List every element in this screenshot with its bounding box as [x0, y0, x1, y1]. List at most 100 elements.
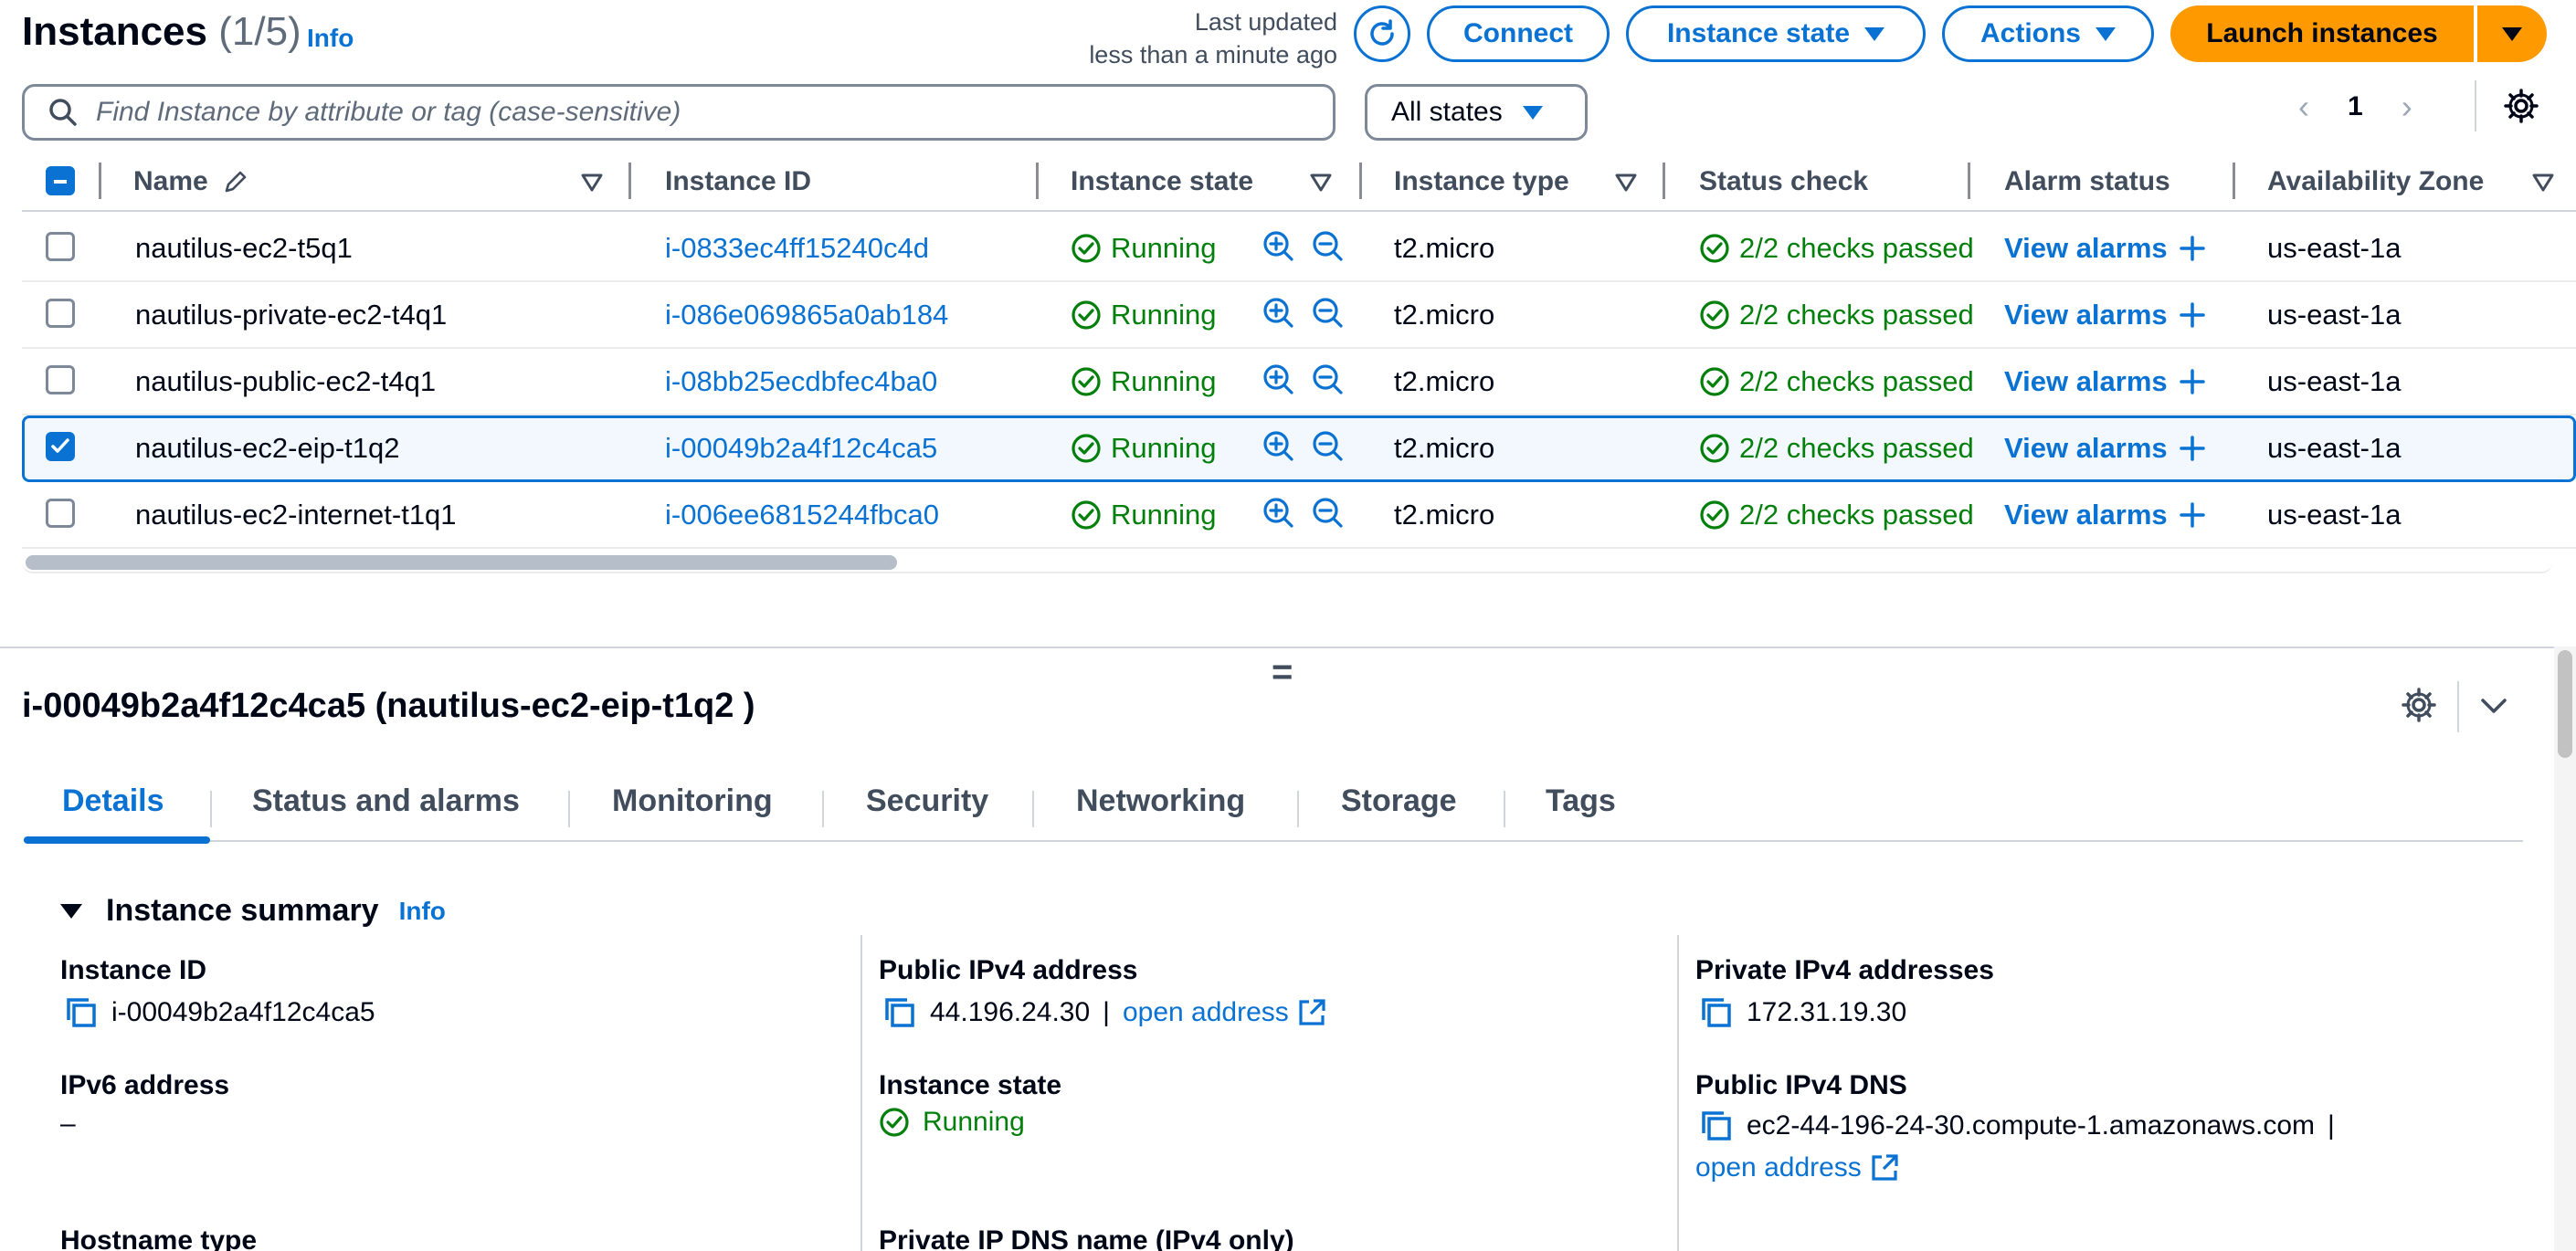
tab-security[interactable]: Security: [866, 783, 988, 819]
cell-instance-id-link[interactable]: i-0833ec4ff15240c4d: [665, 232, 929, 265]
row-checkbox[interactable]: [46, 499, 75, 528]
column-divider: [99, 163, 101, 199]
column-header-availability-zone[interactable]: Availability Zone: [2267, 166, 2484, 197]
cell-status-check: 2/2 checks passed: [1699, 299, 1973, 331]
resize-handle-icon[interactable]: =: [1272, 652, 1293, 693]
column-header-instance-state[interactable]: Instance state: [1071, 166, 1253, 197]
table-row[interactable]: nautilus-ec2-eip-t1q2 i-00049b2a4f12c4ca5…: [22, 415, 2576, 482]
launch-instances-button[interactable]: Launch instances: [2170, 5, 2474, 62]
copy-icon[interactable]: [1699, 995, 1734, 1030]
view-alarms-link[interactable]: View alarms: [2004, 499, 2206, 531]
horizontal-scroll-thumb[interactable]: [26, 555, 897, 570]
last-updated: Last updated less than a minute ago: [1089, 5, 1337, 71]
cell-instance-id-link[interactable]: i-006ee6815244fbca0: [665, 499, 939, 531]
tab-storage[interactable]: Storage: [1341, 783, 1457, 819]
row-checkbox[interactable]: [46, 299, 75, 328]
gear-icon[interactable]: [2401, 687, 2437, 723]
row-checkbox[interactable]: [46, 232, 75, 261]
gear-icon[interactable]: [2503, 88, 2539, 124]
view-alarms-link[interactable]: View alarms: [2004, 432, 2206, 465]
view-alarms-link[interactable]: View alarms: [2004, 299, 2206, 331]
copy-icon[interactable]: [1699, 1109, 1734, 1143]
sort-caret-icon[interactable]: [581, 173, 603, 192]
vertical-scroll-thumb[interactable]: [2558, 650, 2572, 758]
copy-icon[interactable]: [64, 995, 99, 1030]
sort-caret-icon[interactable]: [1615, 173, 1637, 192]
zoom-in-icon[interactable]: [1261, 295, 1297, 331]
instance-id-label: Instance ID: [60, 955, 207, 985]
active-tab-indicator: [24, 836, 210, 844]
tab-networking[interactable]: Networking: [1076, 783, 1245, 819]
sort-caret-icon[interactable]: [1310, 173, 1332, 192]
column-header-name[interactable]: Name: [133, 166, 250, 197]
copy-icon[interactable]: [882, 995, 917, 1030]
info-link[interactable]: Info: [399, 897, 446, 926]
zoom-out-icon[interactable]: [1310, 428, 1346, 465]
actions-button[interactable]: Actions: [1942, 5, 2154, 62]
column-header-label: Availability Zone: [2267, 166, 2485, 196]
public-ipv4-text: 44.196.24.30: [930, 997, 1091, 1027]
zoom-out-icon[interactable]: [1310, 228, 1346, 265]
column-divider: [628, 163, 631, 199]
tab-monitoring[interactable]: Monitoring: [612, 783, 773, 819]
tab-tags[interactable]: Tags: [1546, 783, 1616, 819]
view-alarms-link[interactable]: View alarms: [2004, 232, 2206, 265]
cell-instance-id-link[interactable]: i-08bb25ecdbfec4ba0: [665, 365, 937, 398]
table-row[interactable]: nautilus-public-ec2-t4q1 i-08bb25ecdbfec4…: [22, 349, 2576, 415]
open-address-link[interactable]: open address: [1695, 1152, 1900, 1183]
column-divider: [1968, 163, 1970, 199]
zoom-out-icon[interactable]: [1310, 495, 1346, 531]
search-input[interactable]: [96, 97, 1283, 128]
search-field[interactable]: [22, 84, 1336, 141]
tab-status-and-alarms[interactable]: Status and alarms: [252, 783, 520, 819]
plus-icon: [2179, 502, 2205, 528]
cell-status-check: 2/2 checks passed: [1699, 499, 1973, 531]
status-text: 2/2 checks passed: [1739, 432, 1973, 464]
open-address-link[interactable]: open address: [1123, 997, 1327, 1028]
tab-details[interactable]: Details: [62, 783, 164, 819]
connect-button[interactable]: Connect: [1427, 5, 1610, 62]
table-row[interactable]: nautilus-private-ec2-t4q1 i-086e069865a0a…: [22, 282, 2576, 349]
external-link-icon: [1299, 999, 1325, 1025]
zoom-in-icon[interactable]: [1261, 495, 1297, 531]
page-number[interactable]: 1: [2348, 91, 2363, 122]
instance-state-label: Instance state: [1666, 18, 1851, 48]
column-header-instance-type[interactable]: Instance type: [1394, 166, 1569, 197]
chevron-left-icon[interactable]: ‹: [2298, 88, 2309, 126]
cell-instance-id-link[interactable]: i-00049b2a4f12c4ca5: [665, 432, 937, 465]
launch-dropdown-button[interactable]: [2477, 5, 2547, 62]
table-row[interactable]: nautilus-ec2-internet-t1q1 i-006ee6815244…: [22, 482, 2576, 549]
column-header-status-check[interactable]: Status check: [1699, 166, 1868, 197]
instance-summary-header[interactable]: Instance summary Info: [60, 893, 446, 929]
zoom-in-icon[interactable]: [1261, 228, 1297, 265]
chevron-right-icon[interactable]: ›: [2402, 88, 2412, 126]
row-checkbox[interactable]: [46, 432, 75, 461]
cell-instance-id-link[interactable]: i-086e069865a0ab184: [665, 299, 948, 331]
row-checkbox[interactable]: [46, 365, 75, 394]
zoom-in-icon[interactable]: [1261, 362, 1297, 398]
zoom-out-icon[interactable]: [1310, 295, 1346, 331]
zoom-in-icon[interactable]: [1261, 428, 1297, 465]
column-header-instance-id[interactable]: Instance ID: [665, 166, 811, 197]
zoom-controls: [1261, 228, 1346, 265]
info-link[interactable]: Info: [307, 24, 354, 53]
refresh-button[interactable]: [1354, 5, 1410, 62]
sort-caret-icon[interactable]: [2532, 173, 2554, 192]
instance-state-detail-label: Instance state: [879, 1070, 1062, 1100]
pencil-icon: [225, 171, 247, 193]
separator: |: [2328, 1110, 2335, 1141]
view-alarms-link[interactable]: View alarms: [2004, 365, 2206, 398]
chevron-down-icon[interactable]: [2477, 692, 2510, 720]
ipv6-label: IPv6 address: [60, 1070, 230, 1100]
cell-availability-zone: us-east-1a: [2267, 365, 2402, 397]
table-row[interactable]: nautilus-ec2-t5q1 i-0833ec4ff15240c4d Runn…: [22, 216, 2576, 282]
zoom-out-icon[interactable]: [1310, 362, 1346, 398]
alarm-text: View alarms: [2004, 365, 2168, 397]
column-header-label: Alarm status: [2004, 166, 2170, 196]
column-header-alarm-status[interactable]: Alarm status: [2004, 166, 2170, 197]
instance-state-button[interactable]: Instance state: [1626, 5, 1926, 62]
plus-icon: [2179, 436, 2205, 461]
success-check-icon: [1072, 300, 1101, 330]
select-all-checkbox[interactable]: [46, 166, 75, 195]
states-filter-select[interactable]: All states: [1365, 84, 1588, 141]
